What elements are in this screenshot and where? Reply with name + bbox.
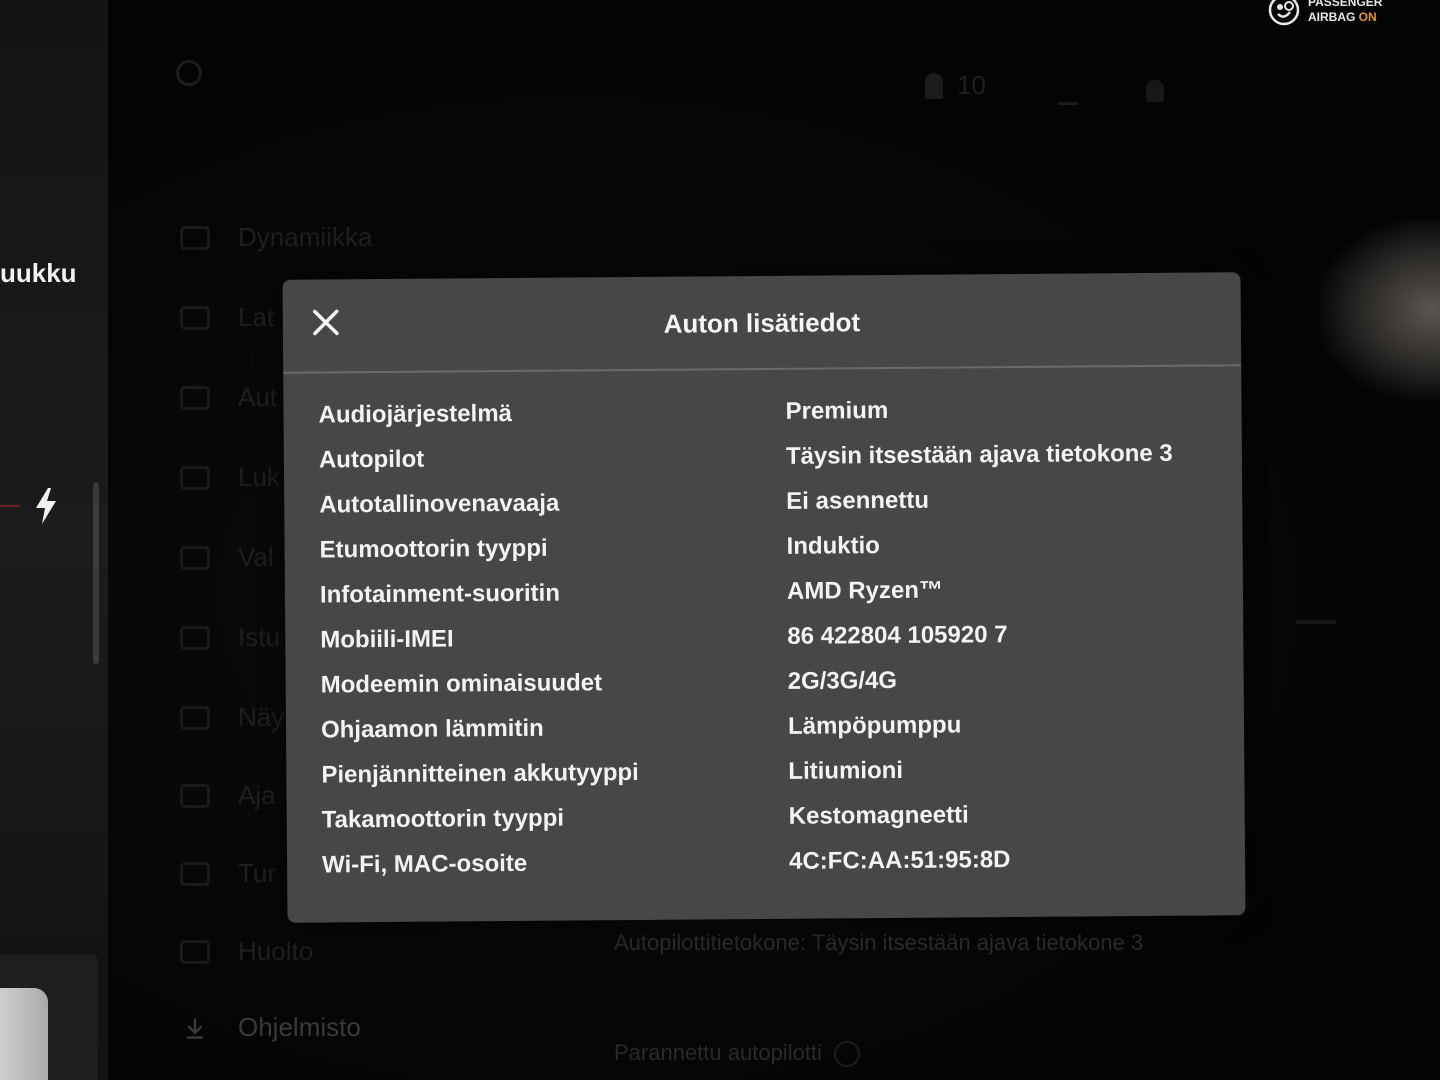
detail-row-infotainment-cpu: Infotainment-suoritin AMD Ryzen™: [285, 568, 1243, 621]
download-icon[interactable]: [1058, 76, 1078, 105]
detail-label: Pienjännitteinen akkutyyppi: [321, 758, 639, 789]
detail-row-cabin-heater: Ohjaamon lämmitin Lämpöpumppu: [286, 703, 1244, 756]
menu-item-safety[interactable]: Tur: [180, 858, 276, 889]
detail-label: Mobiili-IMEI: [320, 625, 454, 654]
menu-item-charging[interactable]: Lat: [180, 302, 274, 333]
menu-item-label: Luk: [238, 462, 280, 492]
menu-item-display[interactable]: Näy: [180, 702, 284, 733]
detail-label: Ohjaamon lämmitin: [320, 714, 544, 744]
detail-label: Modeemin ominaisuudet: [320, 669, 603, 699]
detail-value: Premium: [785, 397, 889, 425]
detail-row-front-motor: Etumoottorin tyyppi Induktio: [284, 523, 1242, 576]
charging-icon: [180, 305, 210, 330]
modal-title: Auton lisätiedot: [663, 307, 861, 339]
car-thumbnail-image: [0, 988, 48, 1080]
display-icon: [180, 705, 210, 730]
detail-value: AMD Ryzen™: [786, 576, 944, 605]
detail-label: Infotainment-suoritin: [319, 579, 561, 609]
car-view-panel: uukku: [0, 0, 108, 1080]
menu-item-autopilot[interactable]: Aut: [180, 382, 277, 413]
detail-label: Etumoottorin tyyppi: [319, 534, 548, 564]
detail-label: Takamoottorin tyyppi: [321, 804, 565, 834]
menu-item-label: Istu: [238, 622, 280, 652]
airbag-icon: [1268, 0, 1300, 26]
menu-item-label: Huolto: [238, 936, 314, 966]
wrench-icon: [180, 939, 210, 964]
detail-value: 4C:FC:AA:51:95:8D: [788, 846, 1011, 875]
lock-icon: [180, 465, 210, 490]
detail-row-modem: Modeemin ominaisuudet 2G/3G/4G: [286, 658, 1244, 711]
seat-icon: [180, 625, 210, 650]
enhanced-autopilot-label: Parannettu autopilotti: [614, 1040, 822, 1065]
detail-row-garage-opener: Autotallinovenavaaja Ei asennettu: [284, 478, 1242, 531]
menu-item-service[interactable]: Huolto: [180, 936, 313, 967]
detail-value: Lämpöpumppu: [787, 711, 962, 740]
airbag-label-line1: PASSENGER: [1308, 0, 1383, 9]
menu-item-label: Aut: [238, 382, 278, 412]
detail-value: Kestomagneetti: [788, 801, 969, 830]
driver-profile-count[interactable]: 10: [925, 70, 986, 101]
autopilot-computer-text: Autopilottitietokone: Täysin itsestään a…: [614, 930, 1144, 955]
menu-item-lights[interactable]: Val: [180, 542, 274, 573]
menu-item-label: Val: [238, 542, 274, 572]
menu-item-software[interactable]: Ohjelmisto: [180, 1012, 361, 1043]
download-icon: [187, 1017, 203, 1039]
detail-row-imei: Mobiili-IMEI 86 422804 105920 7: [285, 613, 1243, 666]
menu-item-seats[interactable]: Istu: [180, 622, 280, 653]
light-icon: [180, 545, 210, 570]
vehicle-screen: uukku 10 Dynamiikka Lat Aut Luk Val Istu…: [0, 0, 1440, 1080]
menu-item-trips[interactable]: Aja: [180, 780, 276, 811]
slider-track: [1296, 620, 1336, 624]
airbag-label-line2: AIRBAG: [1308, 10, 1359, 24]
detail-row-autopilot: Autopilot Täysin itsestään ajava tietoko…: [284, 433, 1242, 486]
detail-value: Induktio: [786, 532, 881, 560]
detail-row-wifi-mac: Wi-Fi, MAC-osoite 4C:FC:AA:51:95:8D: [287, 838, 1245, 891]
enhanced-autopilot-row[interactable]: Parannettu autopilotti: [614, 1040, 860, 1068]
airbag-state: ON: [1358, 10, 1377, 24]
profile-count-value: 10: [957, 70, 986, 100]
trip-icon: [180, 783, 210, 808]
charge-indicator-line: [0, 505, 20, 507]
lightning-bolt-icon: [36, 488, 56, 524]
bell-icon[interactable]: [1146, 80, 1164, 102]
vehicle-details-modal: Auton lisätiedot Audiojärjestelmä Premiu…: [282, 272, 1246, 923]
menu-item-label: Ohjelmisto: [238, 1012, 361, 1042]
detail-label: Wi-Fi, MAC-osoite: [321, 849, 528, 879]
menu-item-label: Näy: [238, 702, 285, 732]
screen-glare: [1320, 220, 1440, 400]
detail-value: 2G/3G/4G: [787, 666, 898, 695]
car-view-title: uukku: [0, 258, 77, 288]
menu-item-label: Tur: [238, 858, 277, 888]
detail-row-audio: Audiojärjestelmä Premium: [283, 388, 1241, 441]
menu-item-label: Aja: [238, 780, 276, 810]
detail-row-lv-battery: Pienjännitteinen akkutyyppi Litiumioni: [286, 748, 1244, 801]
details-list: Audiojärjestelmä Premium Autopilot Täysi…: [283, 366, 1245, 891]
steering-wheel-icon: [180, 385, 210, 410]
menu-item-dynamics[interactable]: Dynamiikka: [180, 222, 372, 253]
detail-value: Litiumioni: [788, 756, 904, 785]
menu-item-label: Dynamiikka: [238, 222, 373, 252]
detail-label: Autopilot: [318, 445, 425, 474]
detail-value: 86 422804 105920 7: [787, 621, 1008, 650]
car-icon: [180, 225, 210, 250]
detail-value: Ei asennettu: [786, 486, 930, 515]
modal-header: Auton lisätiedot: [282, 272, 1241, 372]
detail-label: Audiojärjestelmä: [318, 399, 513, 429]
person-icon: [925, 72, 943, 99]
car-view-scrollbar[interactable]: [93, 482, 99, 664]
info-icon[interactable]: [833, 1041, 860, 1068]
passenger-airbag-indicator: PASSENGER AIRBAG ON: [1268, 0, 1382, 26]
detail-label: Autotallinovenavaaja: [319, 489, 560, 519]
menu-item-label: Lat: [238, 302, 275, 332]
search-icon[interactable]: [176, 60, 202, 86]
shield-icon: [180, 861, 210, 886]
detail-value: Täysin itsestään ajava tietokone 3: [785, 439, 1173, 470]
menu-item-locks[interactable]: Luk: [180, 462, 280, 493]
detail-row-rear-motor: Takamoottorin tyyppi Kestomagneetti: [287, 793, 1245, 846]
